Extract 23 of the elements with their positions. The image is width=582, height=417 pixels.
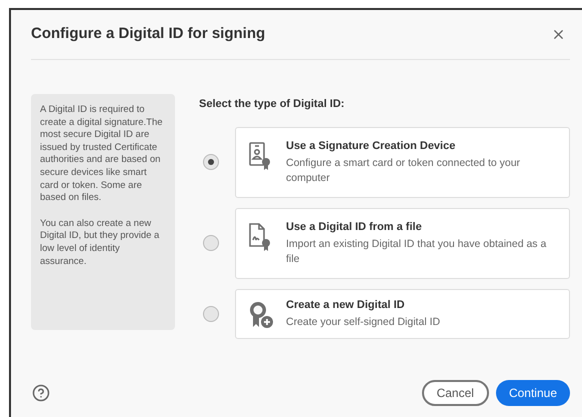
file-ribbon-icon xyxy=(248,222,272,252)
cancel-button[interactable]: Cancel xyxy=(422,380,489,406)
option-card[interactable]: Use a Digital ID from a file Import an existing Digital ID that you have obtained as a file xyxy=(235,208,570,278)
dialog-title: Configure a Digital ID for signing xyxy=(31,24,266,44)
option-title: Use a Signature Creation Device xyxy=(286,138,456,152)
id-card-ribbon-icon xyxy=(248,140,272,170)
info-text: A Digital ID is required to create a digital signature.The most secure Digital ID are issued by trusted Certificate authorities and are based on secure devices like smart card or token. Some are based on files. xyxy=(40,104,164,205)
info-text: You can also create a new Digital ID, but they provide a low level of identity assurance. xyxy=(40,218,160,268)
option-card[interactable]: Use a Signature Creation Device Configure a smart card or token connected to your computer xyxy=(235,126,570,198)
radio-button[interactable] xyxy=(203,235,219,251)
option-title: Use a Digital ID from a file xyxy=(286,220,423,234)
radio-button[interactable] xyxy=(203,154,219,170)
option-description: Import an existing Digital ID that you have obtained as a file xyxy=(286,236,548,266)
option-title: Create a new Digital ID xyxy=(286,298,406,312)
ribbon-plus-icon xyxy=(248,300,274,330)
options-heading: Select the type of Digital ID: xyxy=(199,97,346,112)
option-description: Configure a smart card or token connected to your computer xyxy=(286,156,522,186)
radio-button[interactable] xyxy=(203,306,219,322)
option-description: Create your self-signed Digital ID xyxy=(286,314,440,330)
continue-button[interactable]: Continue xyxy=(496,380,570,406)
option-card[interactable]: Create a new Digital ID Create your self-signed Digital ID xyxy=(235,288,570,338)
help-icon[interactable] xyxy=(32,384,50,402)
close-button[interactable] xyxy=(551,27,566,42)
